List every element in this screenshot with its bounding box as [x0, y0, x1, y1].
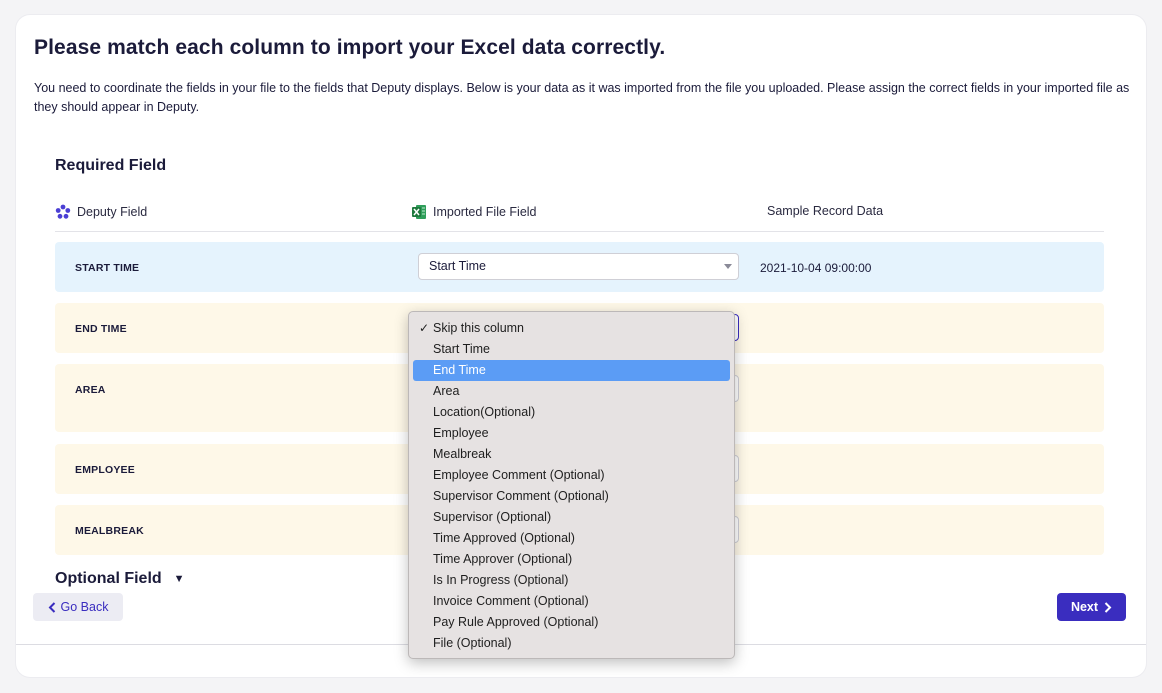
- header-divider: [55, 231, 1104, 232]
- checkmark-icon: ✓: [419, 321, 430, 335]
- go-back-label: Go Back: [60, 600, 109, 614]
- column-header-deputy-label: Deputy Field: [77, 205, 148, 219]
- column-header-deputy: Deputy Field: [55, 204, 147, 220]
- column-header-sample-label: Sample Record Data: [767, 204, 884, 218]
- select-value: Start Time: [429, 259, 486, 273]
- dropdown-option-pay-rule-approved[interactable]: Pay Rule Approved (Optional): [413, 612, 730, 633]
- dropdown-option-area[interactable]: Area: [413, 381, 730, 402]
- dropdown-option-file[interactable]: File (Optional): [413, 633, 730, 654]
- optional-field-toggle[interactable]: Optional Field ▼: [55, 570, 185, 588]
- required-field-title: Required Field: [55, 157, 167, 174]
- optional-field-title: Optional Field: [55, 570, 162, 587]
- sample-record-value: 2021-10-04 09:00:00: [760, 261, 872, 275]
- dropdown-option-employee-comment[interactable]: Employee Comment (Optional): [413, 465, 730, 486]
- next-label: Next: [1070, 600, 1099, 614]
- field-label: AREA: [75, 384, 106, 396]
- chevron-right-icon: [1104, 601, 1112, 613]
- start-time-select[interactable]: Start Time: [418, 253, 739, 280]
- dropdown-option-skip[interactable]: ✓ Skip this column: [413, 318, 730, 339]
- field-label: EMPLOYEE: [75, 464, 135, 476]
- field-row-start-time: START TIME Start Time 2021-10-04 09:00:0…: [55, 242, 1104, 292]
- excel-icon: [412, 205, 426, 219]
- column-header-imported-label: Imported File Field: [433, 205, 537, 219]
- column-header-sample: Sample Record Data: [767, 204, 883, 218]
- field-label: END TIME: [75, 323, 127, 335]
- dropdown-option-time-approved[interactable]: Time Approved (Optional): [413, 528, 730, 549]
- column-header-imported: Imported File Field: [411, 204, 537, 220]
- intro-text: You need to coordinate the fields in you…: [34, 81, 1130, 114]
- triangle-down-icon: ▼: [173, 573, 185, 585]
- field-label: MEALBREAK: [75, 525, 144, 537]
- caret-down-icon: [724, 264, 732, 269]
- go-back-button[interactable]: Go Back: [33, 593, 123, 621]
- dropdown-option-location[interactable]: Location(Optional): [413, 402, 730, 423]
- dropdown-option-supervisor[interactable]: Supervisor (Optional): [413, 507, 730, 528]
- dropdown-option-invoice-comment[interactable]: Invoice Comment (Optional): [413, 591, 730, 612]
- dropdown-option-is-in-progress[interactable]: Is In Progress (Optional): [413, 570, 730, 591]
- deputy-logo-icon: [55, 204, 71, 219]
- chevron-left-icon: [48, 601, 55, 613]
- next-button[interactable]: Next: [1057, 593, 1126, 621]
- dropdown-option-start-time[interactable]: Start Time: [413, 339, 730, 360]
- dropdown-option-end-time[interactable]: End Time: [413, 360, 730, 381]
- page-title: Please match each column to import your …: [34, 36, 666, 59]
- dropdown-option-mealbreak[interactable]: Mealbreak: [413, 444, 730, 465]
- field-label: START TIME: [75, 262, 140, 274]
- dropdown-option-employee[interactable]: Employee: [413, 423, 730, 444]
- dropdown-option-time-approver[interactable]: Time Approver (Optional): [413, 549, 730, 570]
- dropdown-option-supervisor-comment[interactable]: Supervisor Comment (Optional): [413, 486, 730, 507]
- column-options-dropdown: ✓ Skip this column Start Time End Time Ar…: [408, 311, 735, 659]
